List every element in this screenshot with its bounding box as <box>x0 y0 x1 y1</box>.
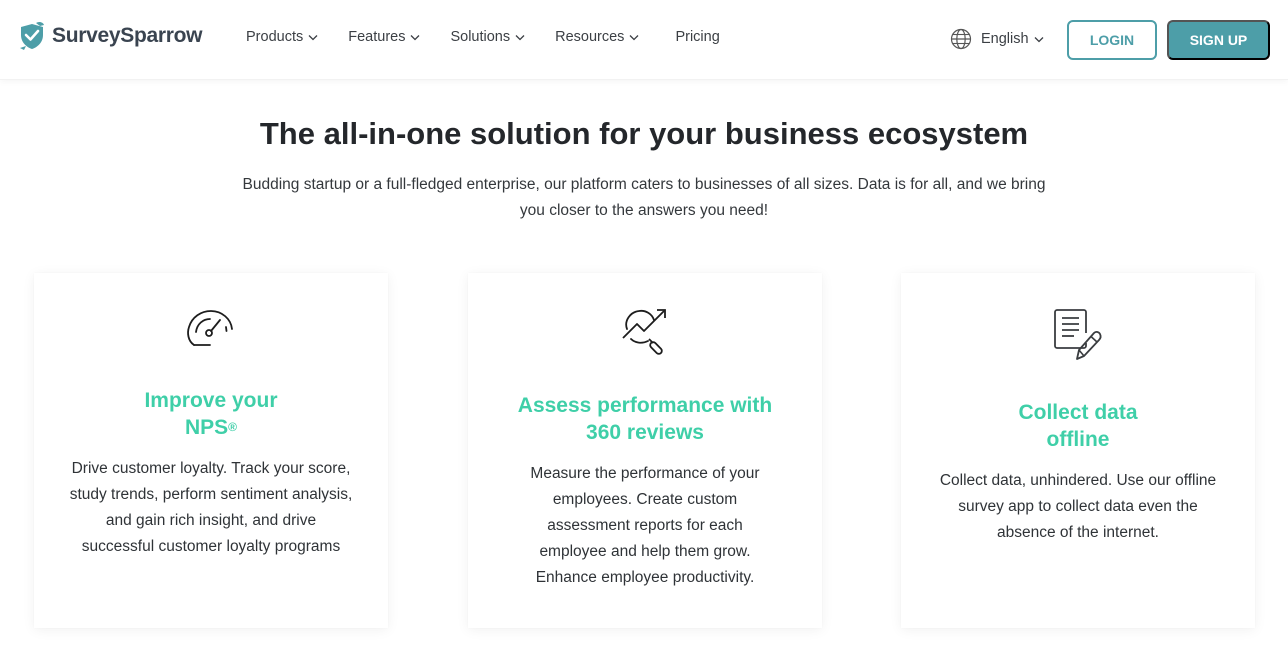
card-title: Improve your NPS® <box>34 387 388 441</box>
sign-up-button[interactable]: SIGN UP <box>1167 20 1270 60</box>
feature-card-offline: Collect data offline Collect data, unhin… <box>901 273 1255 628</box>
card-title-line: Collect data <box>1018 401 1138 424</box>
language-label: English <box>981 31 1029 47</box>
nav-item-features[interactable]: Features <box>348 29 420 45</box>
chevron-down-icon <box>411 34 420 40</box>
card-title-line: NPS <box>184 416 229 439</box>
feature-card-360-reviews: Assess performance with 360 reviews Meas… <box>468 273 822 628</box>
card-title: Collect data offline <box>901 399 1255 453</box>
card-description: Collect data, unhindered. Use our offlin… <box>939 472 1217 541</box>
nav-item-label: Resources <box>555 29 625 45</box>
nav-item-label: Pricing <box>675 29 720 45</box>
brand-logo[interactable]: SurveySparrow <box>18 21 202 51</box>
card-title-line: 360 reviews <box>586 421 704 444</box>
growth-magnifier-icon <box>622 309 666 355</box>
nav-item-resources[interactable]: Resources <box>555 29 639 45</box>
card-title-line: Assess performance with <box>517 394 773 417</box>
sparrow-check-logo-icon <box>20 21 44 50</box>
card-title-line: offline <box>1046 428 1110 451</box>
feature-card-nps: Improve your NPS® Drive customer loyalty… <box>34 273 388 628</box>
speedometer-icon <box>187 310 233 346</box>
section-title: The all-in-one solution for your busines… <box>259 116 1029 151</box>
card-description: Drive customer loyalty. Track your score… <box>69 460 353 555</box>
globe-icon <box>950 28 972 50</box>
card-description: Measure the performance of your employee… <box>530 465 760 586</box>
main-nav: Products Features Solutions Resources Pr… <box>246 29 720 45</box>
nav-item-solutions[interactable]: Solutions <box>450 29 525 45</box>
top-navigation-bar: SurveySparrow Products Features Solution… <box>0 0 1288 80</box>
chevron-down-icon <box>308 34 318 40</box>
chevron-down-icon <box>629 34 639 40</box>
nav-item-label: Products <box>246 29 304 45</box>
login-button[interactable]: LOGIN <box>1067 20 1157 60</box>
brand-name: SurveySparrow <box>52 24 203 47</box>
document-pencil-icon <box>1054 309 1102 360</box>
card-title-line: Improve your <box>144 389 278 412</box>
section-subtitle: Budding startup or a full-fledged enterp… <box>242 176 1046 219</box>
nav-item-products[interactable]: Products <box>246 29 318 45</box>
registered-mark: ® <box>228 420 238 434</box>
card-title: Assess performance with 360 reviews <box>468 392 822 446</box>
chevron-down-icon <box>1034 36 1044 42</box>
chevron-down-icon <box>515 34 525 40</box>
nav-item-pricing[interactable]: Pricing <box>675 29 719 45</box>
nav-item-label: Solutions <box>450 29 511 45</box>
language-selector[interactable]: English <box>950 28 1044 50</box>
nav-item-label: Features <box>348 29 406 45</box>
